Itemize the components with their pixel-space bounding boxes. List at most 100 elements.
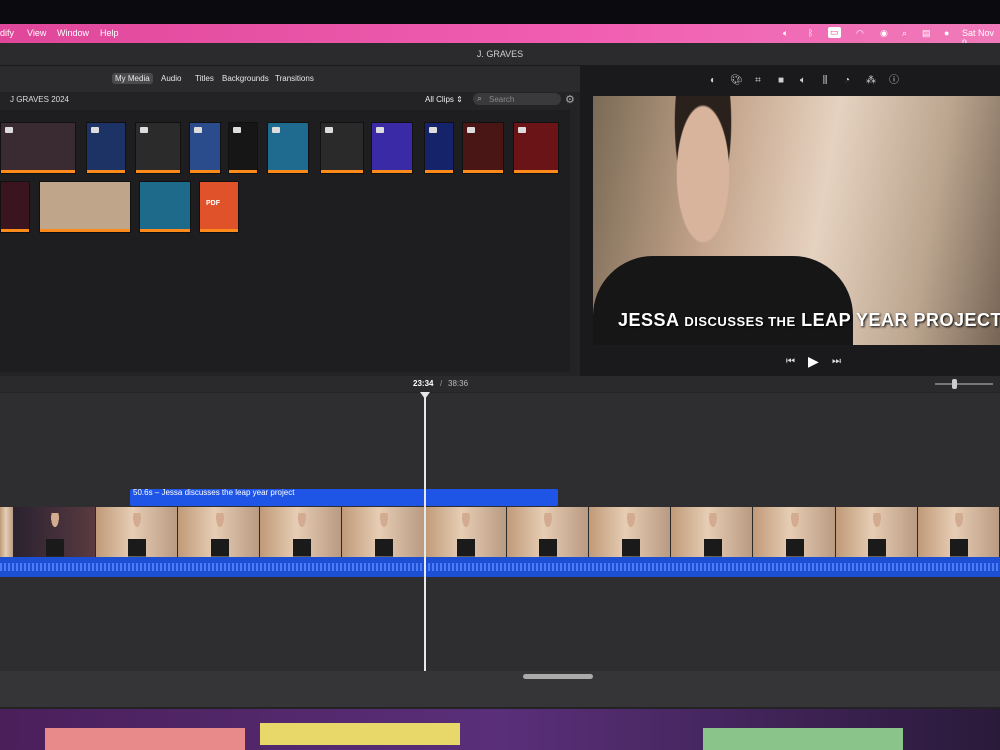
filmstrip-frame bbox=[506, 507, 590, 557]
tab-my-media[interactable]: My Media bbox=[112, 73, 153, 84]
playhead[interactable] bbox=[424, 393, 426, 671]
usage-bar bbox=[372, 170, 412, 173]
volume-icon[interactable]: 🔈︎ bbox=[783, 28, 788, 39]
person-silhouette bbox=[128, 513, 147, 557]
caption-word-jessa: JESSA bbox=[618, 310, 679, 330]
siri-icon[interactable]: ● bbox=[944, 28, 949, 38]
zoom-slider[interactable] bbox=[935, 383, 993, 385]
gear-icon[interactable]: ⚙ bbox=[565, 93, 575, 106]
tab-backgrounds[interactable]: Backgrounds bbox=[222, 74, 269, 83]
media-thumbnail[interactable] bbox=[0, 181, 30, 233]
video-caption: JESSA DISCUSSES THE LEAP YEAR PROJECT bbox=[618, 310, 1000, 331]
caption-word-discusses: DISCUSSES THE bbox=[684, 314, 796, 329]
sticky-note-middle bbox=[260, 723, 460, 745]
media-thumbnail[interactable] bbox=[513, 122, 559, 174]
tab-transitions[interactable]: Transitions bbox=[275, 74, 314, 83]
filmstrip-frame bbox=[342, 507, 425, 557]
color-palette-icon[interactable]: 🎨︎ bbox=[730, 76, 743, 86]
camera-icon bbox=[194, 127, 202, 133]
resize-grip[interactable] bbox=[523, 674, 593, 679]
media-thumbnail[interactable] bbox=[86, 122, 126, 174]
skip-back-icon[interactable]: ⏮ bbox=[786, 356, 795, 367]
media-thumbnail[interactable] bbox=[320, 122, 364, 174]
usage-bar bbox=[425, 170, 453, 173]
audio-waveform-track[interactable] bbox=[0, 557, 1000, 577]
search-icon[interactable]: ⌕ bbox=[902, 28, 907, 39]
media-thumbnail[interactable] bbox=[228, 122, 258, 174]
filter-icon[interactable]: ⁂ bbox=[866, 76, 876, 86]
sticky-note-right bbox=[703, 728, 903, 750]
person-body bbox=[593, 256, 853, 345]
camera-icon bbox=[429, 127, 437, 133]
bluetooth-icon[interactable]: ᛒ bbox=[808, 28, 813, 38]
media-thumbnail[interactable] bbox=[39, 181, 131, 233]
speed-icon[interactable]: ◔ bbox=[842, 76, 852, 86]
menu-modify[interactable]: dify bbox=[0, 28, 14, 38]
media-thumbnail[interactable] bbox=[371, 122, 413, 174]
filmstrip-frame bbox=[835, 507, 918, 557]
window-titlebar: J. GRAVES bbox=[0, 43, 1000, 66]
usage-bar bbox=[136, 170, 180, 173]
zoom-slider-knob[interactable] bbox=[952, 379, 957, 389]
person-silhouette bbox=[950, 513, 969, 557]
volume-icon[interactable]: 🔈︎ bbox=[798, 76, 808, 86]
play-icon[interactable]: ▶ bbox=[808, 353, 819, 370]
crop-icon[interactable]: ⌗ bbox=[753, 76, 763, 86]
skip-forward-icon[interactable]: ⏭ bbox=[832, 356, 841, 367]
menu-window[interactable]: Window bbox=[57, 28, 89, 38]
media-thumbnail[interactable]: PDF bbox=[199, 181, 239, 233]
time-separator: / bbox=[440, 379, 443, 388]
person-silhouette bbox=[292, 513, 311, 557]
wifi-icon[interactable]: ◠ bbox=[856, 28, 864, 39]
video-clip-filmstrip[interactable] bbox=[0, 507, 1000, 557]
menu-view[interactable]: View bbox=[27, 28, 46, 38]
menu-help[interactable]: Help bbox=[100, 28, 119, 38]
media-thumbnail[interactable] bbox=[462, 122, 504, 174]
camera-icon bbox=[376, 127, 384, 133]
search-field[interactable]: ⌕ Search bbox=[473, 93, 561, 105]
control-center-icon[interactable]: ▤ bbox=[922, 28, 931, 39]
title-clip-label: 50.6s – Jessa discusses the leap year pr… bbox=[133, 488, 295, 497]
usage-bar bbox=[190, 170, 220, 173]
usage-bar bbox=[87, 170, 125, 173]
tab-audio[interactable]: Audio bbox=[161, 74, 181, 83]
camera-icon bbox=[91, 127, 99, 133]
playhead-knob[interactable] bbox=[420, 392, 430, 399]
timeline-bottom bbox=[0, 671, 1000, 707]
filmstrip-frame bbox=[589, 507, 672, 557]
usage-bar bbox=[463, 170, 503, 173]
usage-bar bbox=[40, 229, 130, 232]
user-icon[interactable]: ◉ bbox=[880, 28, 888, 39]
battery-icon[interactable]: ▭ bbox=[828, 27, 841, 38]
usage-bar bbox=[229, 170, 257, 173]
stabilize-icon[interactable]: ■ bbox=[776, 76, 786, 86]
media-thumbnail[interactable] bbox=[0, 122, 76, 174]
media-thumbnail[interactable] bbox=[267, 122, 309, 174]
chevron-updown-icon: ⇕ bbox=[456, 95, 463, 104]
caption-word-rest: YEAR PROJECT bbox=[856, 310, 1000, 330]
video-preview[interactable] bbox=[593, 96, 1000, 345]
tab-titles[interactable]: Titles bbox=[195, 74, 214, 83]
camera-icon bbox=[325, 127, 333, 133]
title-clip[interactable]: 50.6s – Jessa discusses the leap year pr… bbox=[130, 488, 558, 506]
clip-filter-label: All Clips bbox=[425, 95, 454, 104]
filmstrip-frame bbox=[95, 507, 179, 557]
person-silhouette bbox=[210, 513, 229, 557]
camera-icon bbox=[272, 127, 280, 133]
media-thumbnail[interactable] bbox=[139, 181, 191, 233]
person-silhouette bbox=[621, 513, 640, 557]
filmstrip-frame bbox=[13, 507, 96, 557]
media-thumbnail[interactable] bbox=[189, 122, 221, 174]
filmstrip-frame bbox=[671, 507, 754, 557]
viewer-tools: ◐ 🎨︎ ⌗ ■ 🔈︎ ⫼ ◔ ⁂ ⓘ bbox=[580, 72, 1000, 90]
camera-icon bbox=[518, 127, 526, 133]
person-silhouette bbox=[868, 513, 887, 557]
media-thumbnail[interactable] bbox=[135, 122, 181, 174]
equalizer-icon[interactable]: ⫼ bbox=[820, 76, 830, 86]
clip-filter-select[interactable]: All Clips ⇕ bbox=[425, 95, 463, 104]
media-thumbnail[interactable] bbox=[424, 122, 454, 174]
usage-bar bbox=[321, 170, 363, 173]
color-balance-icon[interactable]: ◐ bbox=[708, 76, 718, 86]
pdf-badge: PDF bbox=[206, 200, 220, 207]
info-icon[interactable]: ⓘ bbox=[889, 76, 899, 86]
